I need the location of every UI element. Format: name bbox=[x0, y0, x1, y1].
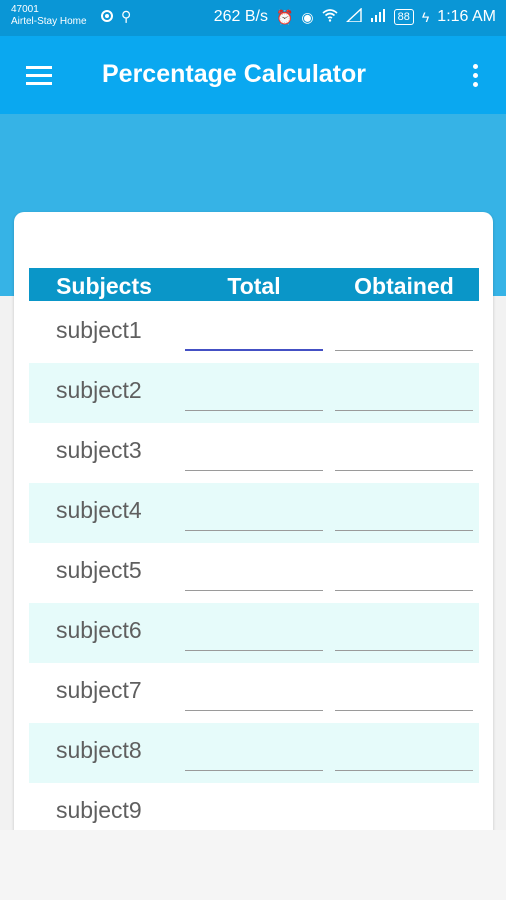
total-input[interactable] bbox=[185, 499, 323, 531]
subject-label: subject3 bbox=[56, 437, 142, 463]
carrier-code: 47001 bbox=[11, 4, 39, 15]
obtained-input[interactable] bbox=[335, 799, 473, 831]
table-header: Subjects Total Obtained bbox=[29, 268, 479, 301]
obtained-input[interactable] bbox=[335, 739, 473, 771]
alarm-icon: ⏰ bbox=[275, 9, 294, 25]
obtained-input[interactable] bbox=[335, 559, 473, 591]
total-input[interactable] bbox=[185, 619, 323, 651]
obtained-input[interactable] bbox=[335, 319, 473, 351]
status-notification-icons: ⚲ bbox=[101, 9, 131, 23]
status-bar: 47001 Airtel-Stay Home ⚲ 262 B/s ⏰ ◉ 88 … bbox=[0, 0, 506, 36]
obtained-input[interactable] bbox=[335, 439, 473, 471]
table-row: subject8 bbox=[29, 723, 479, 783]
signal-icon bbox=[370, 7, 386, 27]
table-row: subject6 bbox=[29, 603, 479, 663]
status-right: 262 B/s ⏰ ◉ 88 ϟ 1:16 AM bbox=[214, 7, 496, 27]
subjects-table: subject1 subject2 subject3 subject4 subj bbox=[29, 303, 479, 843]
more-vertical-icon[interactable] bbox=[472, 62, 480, 90]
charging-icon: ϟ bbox=[421, 9, 430, 25]
total-input[interactable] bbox=[185, 559, 323, 591]
total-input[interactable] bbox=[185, 739, 323, 771]
total-input[interactable] bbox=[185, 379, 323, 411]
clock: 1:16 AM bbox=[437, 8, 496, 25]
hamburger-menu-icon[interactable] bbox=[26, 63, 54, 87]
signal-icon bbox=[344, 7, 362, 27]
total-input[interactable] bbox=[185, 319, 323, 351]
page-title: Percentage Calculator bbox=[102, 60, 366, 88]
carrier-info: 47001 Airtel-Stay Home bbox=[11, 4, 87, 28]
subject-label: subject4 bbox=[56, 497, 142, 523]
subject-label: subject5 bbox=[56, 557, 142, 583]
obtained-input[interactable] bbox=[335, 679, 473, 711]
subject-label: subject6 bbox=[56, 617, 142, 643]
table-row: subject7 bbox=[29, 663, 479, 723]
obtained-input[interactable] bbox=[335, 619, 473, 651]
table-row: subject1 bbox=[29, 303, 479, 363]
subject-label: subject1 bbox=[56, 317, 142, 343]
eye-icon: ◉ bbox=[301, 9, 314, 25]
table-row: subject5 bbox=[29, 543, 479, 603]
header-obtained: Obtained bbox=[354, 273, 454, 299]
table-row: subject3 bbox=[29, 423, 479, 483]
subject-label: subject8 bbox=[56, 737, 142, 763]
battery-icon: 88 bbox=[393, 9, 414, 25]
notification-dot-icon bbox=[101, 10, 113, 22]
total-input[interactable] bbox=[185, 799, 323, 831]
table-row: subject4 bbox=[29, 483, 479, 543]
app-bar: Percentage Calculator bbox=[0, 36, 506, 114]
network-name: Airtel-Stay Home bbox=[11, 16, 87, 27]
total-input[interactable] bbox=[185, 679, 323, 711]
table-row: subject2 bbox=[29, 363, 479, 423]
subject-label: subject2 bbox=[56, 377, 142, 403]
network-speed: 262 B/s bbox=[213, 8, 268, 25]
subject-label: subject7 bbox=[56, 677, 142, 703]
bottom-area bbox=[0, 830, 506, 900]
calculator-card: Subjects Total Obtained subject1 subject… bbox=[14, 212, 493, 900]
usb-icon: ⚲ bbox=[121, 8, 132, 24]
header-total: Total bbox=[227, 273, 281, 299]
wifi-icon bbox=[322, 7, 338, 27]
header-subjects: Subjects bbox=[56, 273, 152, 299]
total-input[interactable] bbox=[185, 439, 323, 471]
app-screen: 47001 Airtel-Stay Home ⚲ 262 B/s ⏰ ◉ 88 … bbox=[0, 0, 506, 900]
obtained-input[interactable] bbox=[335, 499, 473, 531]
obtained-input[interactable] bbox=[335, 379, 473, 411]
subject-label: subject9 bbox=[56, 797, 142, 823]
